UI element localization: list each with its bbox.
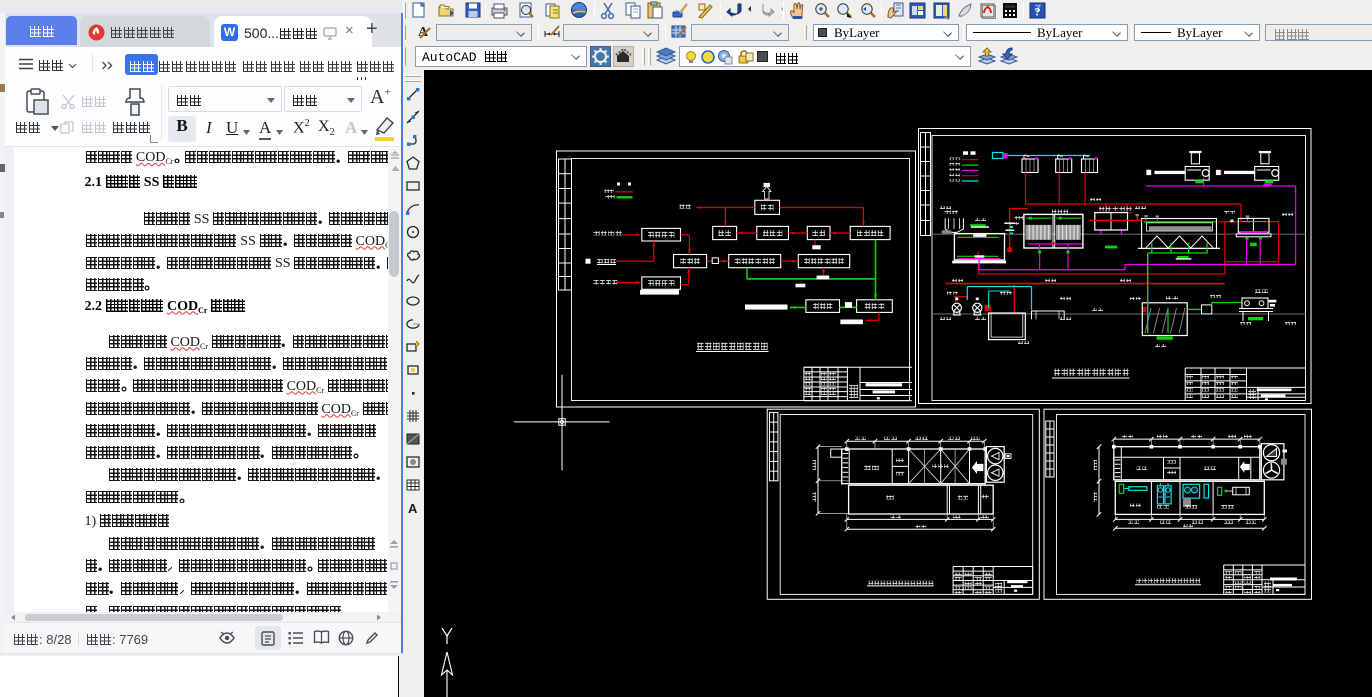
svg-text:A: A — [408, 501, 418, 516]
svg-text:A: A — [418, 25, 429, 40]
svg-text:?: ? — [1035, 5, 1041, 19]
